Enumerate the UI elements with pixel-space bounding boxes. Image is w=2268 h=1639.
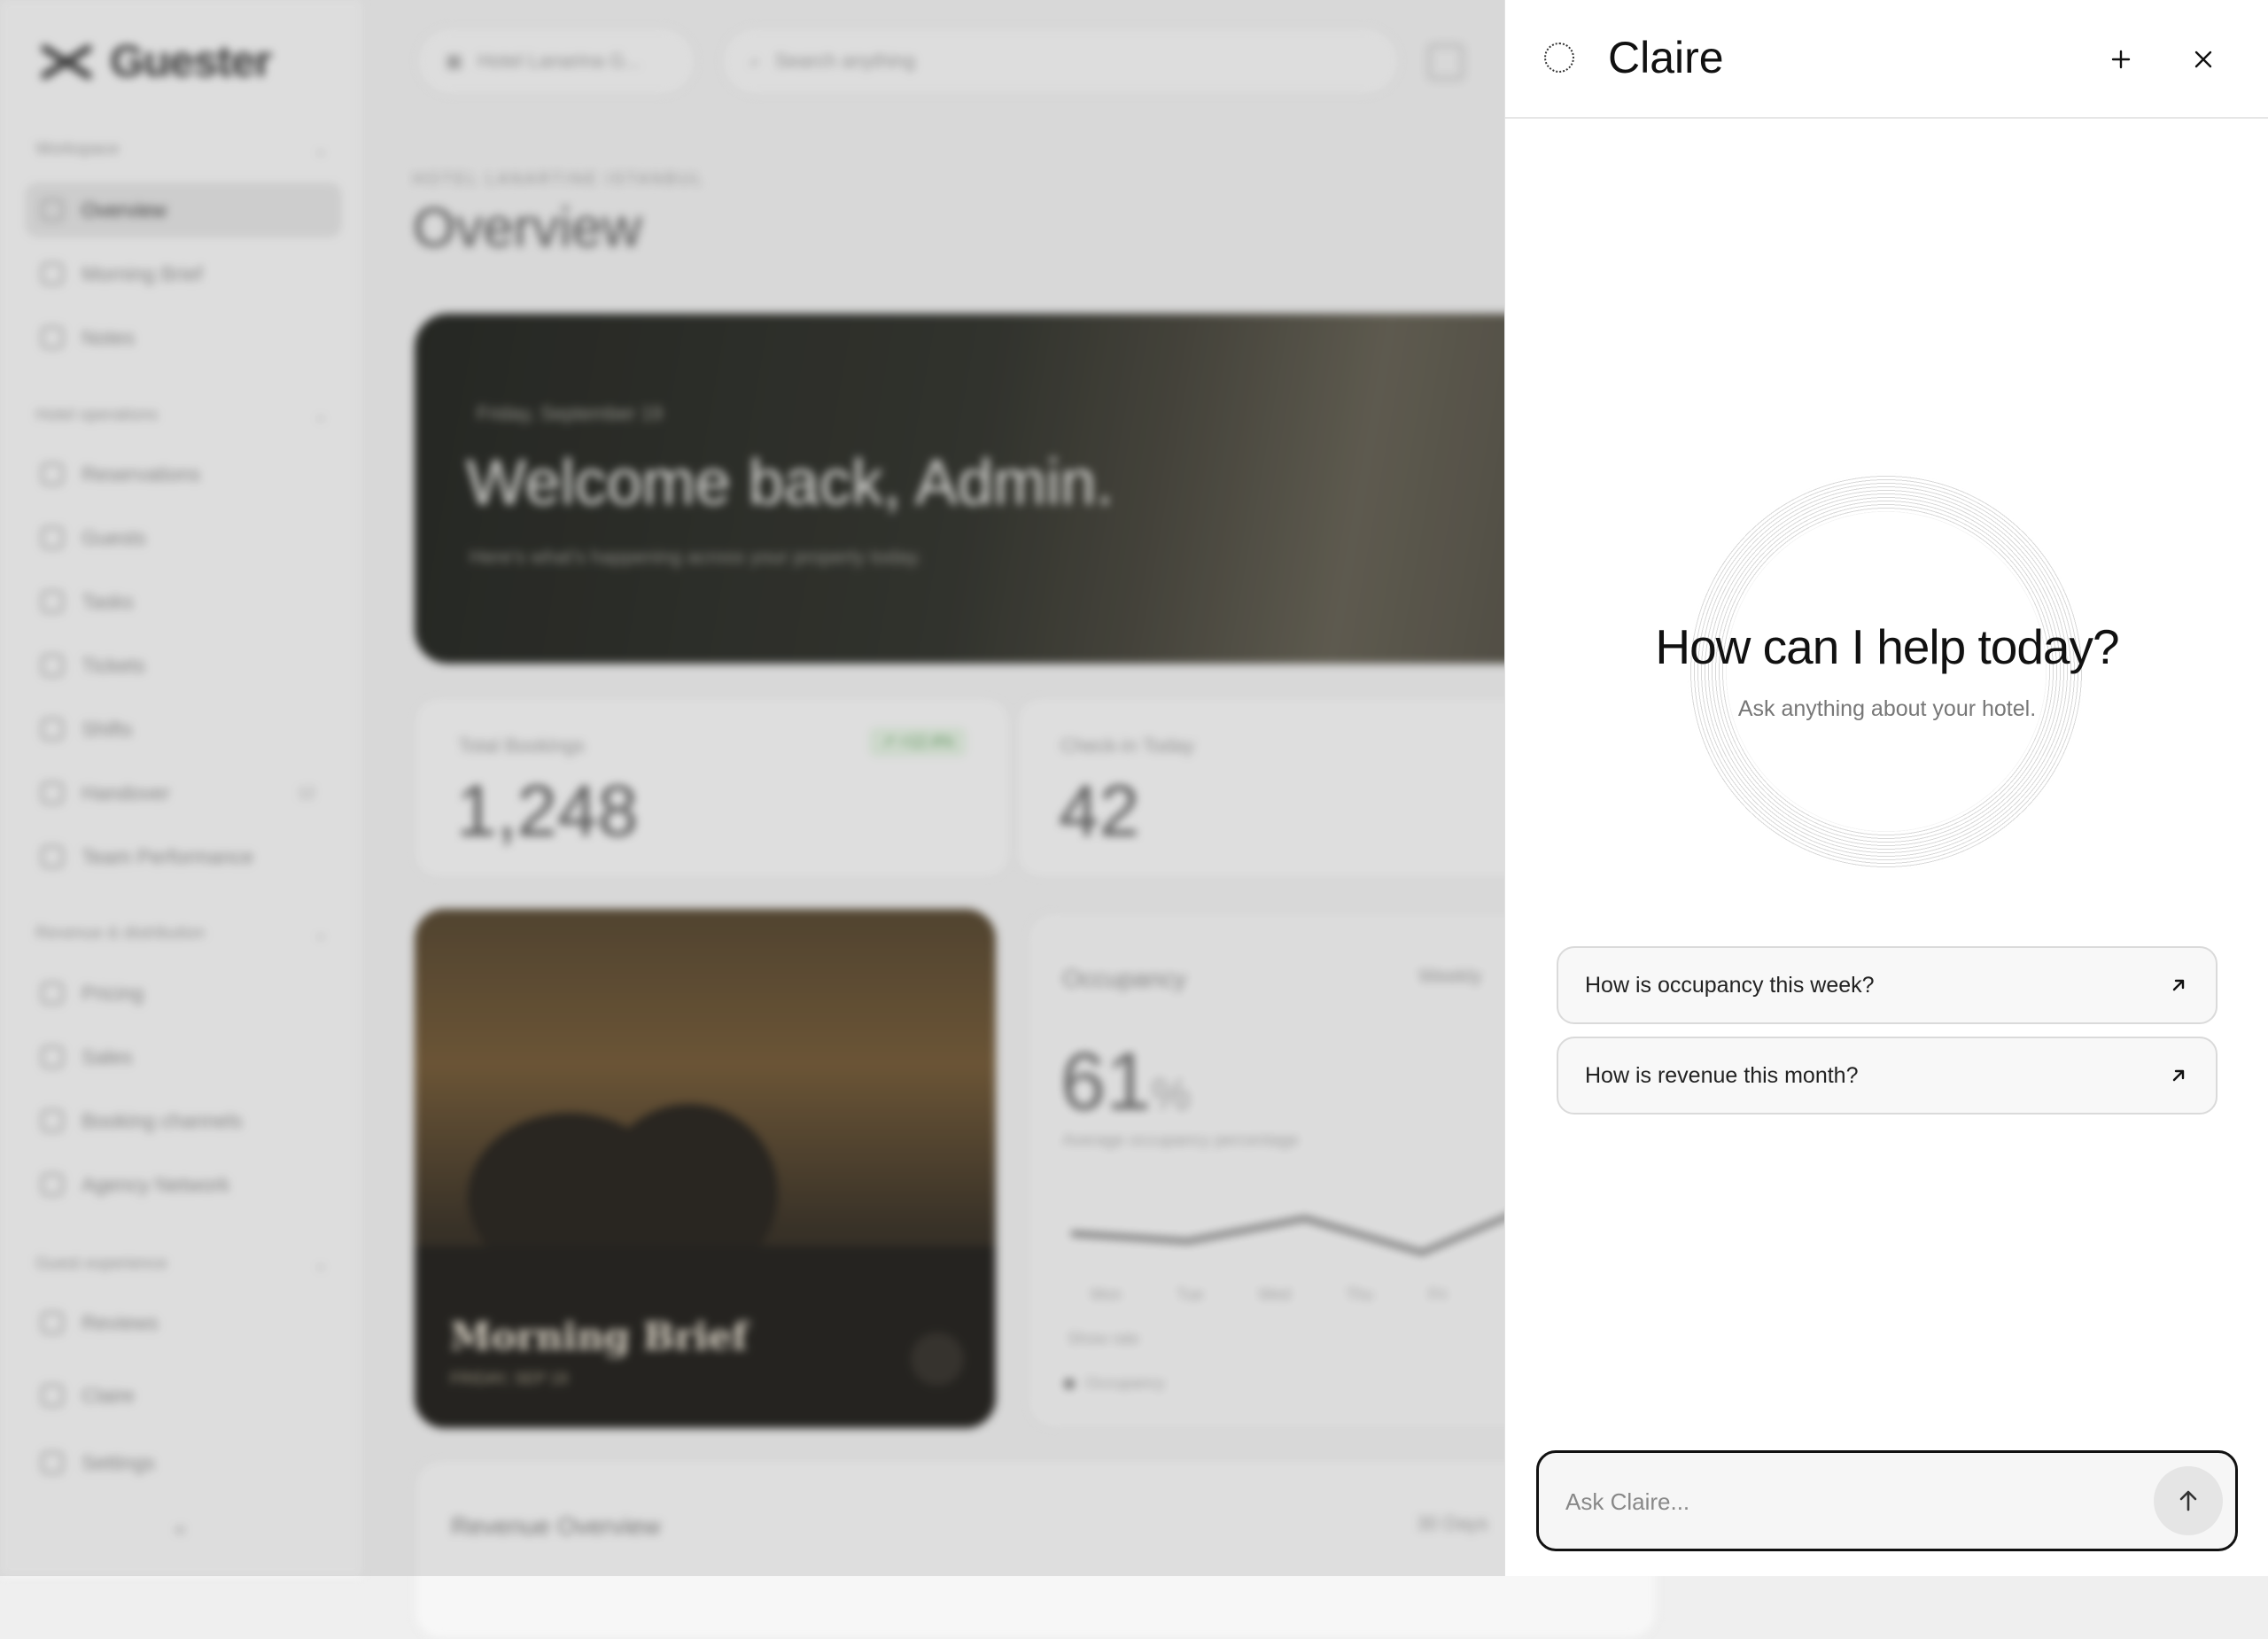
arrow-up-right-icon xyxy=(2172,979,2185,991)
claire-assistant-panel: Claire How can I help today? Ask anythin… xyxy=(1504,0,2268,1576)
panel-header: Claire xyxy=(1505,0,2268,119)
arrow-up-icon xyxy=(2179,1490,2197,1511)
send-button[interactable] xyxy=(2154,1466,2223,1535)
arrow-up-right-icon xyxy=(2172,1069,2185,1082)
assistant-subheading: Ask anything about your hotel. xyxy=(1737,696,2037,721)
new-chat-button[interactable] xyxy=(2101,39,2141,80)
suggestion-revenue-button[interactable]: How is revenue this month? xyxy=(1557,1037,2218,1115)
chat-composer xyxy=(1536,1450,2238,1551)
suggestion-text: How is occupancy this week? xyxy=(1585,972,1875,998)
assistant-greeting: How can I help today? Ask anything about… xyxy=(1505,461,2268,886)
ask-claire-input[interactable] xyxy=(1564,1480,2134,1524)
close-icon xyxy=(2194,50,2212,68)
suggestion-occupancy-button[interactable]: How is occupancy this week? xyxy=(1557,946,2218,1024)
plus-icon xyxy=(2111,50,2131,69)
assistant-heading: How can I help today? xyxy=(1655,619,2119,674)
assistant-name: Claire xyxy=(1608,33,1724,82)
suggestion-text: How is revenue this month? xyxy=(1585,1062,1859,1088)
close-panel-button[interactable] xyxy=(2183,39,2224,80)
claire-sparkle-icon xyxy=(1544,43,1574,73)
modal-backdrop[interactable] xyxy=(0,0,1504,1576)
